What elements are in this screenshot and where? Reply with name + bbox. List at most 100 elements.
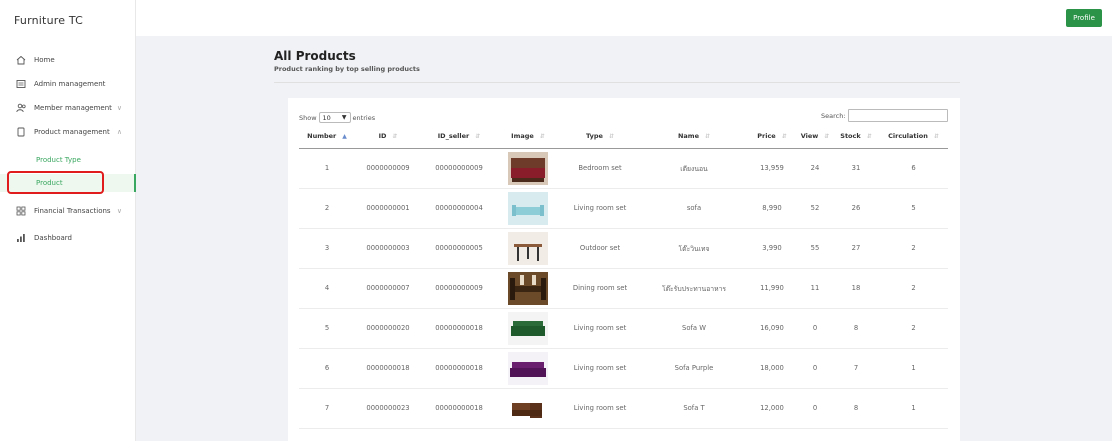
chevron-down-icon: ▼ (341, 114, 347, 121)
cell-stock: 8 (833, 388, 879, 429)
cell-name: โต๊ะวินเทจ (641, 228, 747, 269)
cell-id-seller: 00000000004 (421, 188, 497, 229)
cell-name: sofa (641, 188, 747, 229)
cell-view: 55 (797, 228, 833, 269)
cell-type: Dining room set (559, 268, 641, 309)
product-thumbnail (508, 351, 548, 385)
page-title: All Products (274, 49, 356, 63)
cell-id: 0000000009 (355, 148, 421, 189)
table-row[interactable]: 6 0000000018 00000000018 Living room set Sof… (299, 348, 948, 389)
sidebar-item-product[interactable]: Product management ∧ (0, 122, 136, 142)
cell-price: 18,000 (747, 348, 797, 389)
col-header-image[interactable]: Image ⇵ (497, 125, 559, 149)
cell-id: 0000000020 (355, 308, 421, 349)
sort-icon: ⇵ (866, 133, 872, 141)
sort-icon: ⇵ (704, 133, 711, 141)
cell-stock: 27 (833, 228, 879, 269)
col-header-id[interactable]: ID ⇵ (355, 125, 421, 149)
table-row[interactable]: 5 0000000020 00000000018 Living room set Sof… (299, 308, 948, 349)
products-card: Show 10 ▼ entries Search: Number ▲ ID ⇵ ID… (288, 98, 960, 441)
table-row[interactable]: 7 0000000023 00000000018 Living room set Sof… (299, 388, 948, 429)
cell-stock: 18 (833, 268, 879, 309)
search-control: Search: (821, 109, 948, 122)
cell-number: 6 (299, 348, 355, 389)
col-header-id-seller[interactable]: ID_seller ⇵ (421, 125, 497, 149)
col-header-price[interactable]: Price ⇵ (747, 125, 797, 149)
cell-price: 12,000 (747, 388, 797, 429)
col-header-circulation[interactable]: Circulation ⇵ (879, 125, 948, 149)
sidebar-item-label: Member management (34, 104, 112, 112)
sidebar-item-member[interactable]: Member management ∨ (0, 98, 136, 118)
header-label: Number (307, 132, 337, 141)
header-label: Name (677, 132, 699, 141)
cell-image (497, 308, 559, 349)
cell-image (497, 188, 559, 229)
cell-price: 13,959 (747, 148, 797, 189)
table-row[interactable]: 3 0000000003 00000000005 Outdoor set โต๊ะวิน… (299, 228, 948, 269)
sidebar-item-admin[interactable]: Admin management (0, 74, 136, 94)
cell-price: 11,990 (747, 268, 797, 309)
profile-button[interactable]: Profile (1066, 9, 1102, 27)
cell-type: Bedroom set (559, 148, 641, 189)
chevron-down-icon: ∨ (116, 207, 122, 215)
show-label: Show (299, 113, 317, 122)
col-header-view[interactable]: View ⇵ (797, 125, 833, 149)
sidebar-item-dashboard[interactable]: Dashboard (0, 228, 136, 248)
cell-circulation: 1 (879, 388, 948, 429)
cell-circulation: 6 (879, 148, 948, 189)
cell-image (497, 228, 559, 269)
entries-select[interactable]: 10 ▼ (318, 112, 351, 123)
cell-circulation: 2 (879, 308, 948, 349)
header-label: Image (511, 132, 534, 141)
product-thumbnail (508, 311, 548, 345)
cell-circulation: 2 (879, 228, 948, 269)
grid-icon (14, 204, 28, 218)
sidebar-subitem-product-type[interactable]: Product Type (0, 151, 136, 169)
product-thumbnail (508, 151, 548, 185)
cell-number: 7 (299, 388, 355, 429)
entries-value: 10 (322, 113, 331, 122)
cell-image (497, 388, 559, 429)
cell-id: 0000000007 (355, 268, 421, 309)
sidebar-item-home[interactable]: Home (0, 50, 136, 70)
cell-name: โต๊ะรับประทานอาหาร (641, 268, 747, 309)
cell-stock: 26 (833, 188, 879, 229)
cell-view: 0 (797, 388, 833, 429)
brand-title: Furniture TC (14, 14, 84, 27)
header-label: Stock (840, 132, 861, 141)
cell-number: 5 (299, 308, 355, 349)
cell-number: 3 (299, 228, 355, 269)
cell-type: Living room set (559, 388, 641, 429)
users-icon (14, 101, 28, 115)
cell-id: 0000000018 (355, 348, 421, 389)
cell-id-seller: 00000000018 (421, 388, 497, 429)
cell-number: 4 (299, 268, 355, 309)
table-row[interactable]: 1 0000000009 00000000009 Bedroom set เตียงนอ… (299, 148, 948, 189)
products-table: Number ▲ ID ⇵ ID_seller ⇵ Image ⇵ Type ⇵ Name… (299, 125, 948, 429)
table-row[interactable]: 4 0000000007 00000000009 Dining room set โต๊… (299, 268, 948, 309)
cell-id: 0000000023 (355, 388, 421, 429)
search-input[interactable] (847, 109, 948, 122)
cell-id-seller: 00000000018 (421, 348, 497, 389)
entries-label: entries (352, 113, 376, 122)
chevron-up-icon: ∧ (116, 128, 122, 136)
cell-circulation: 5 (879, 188, 948, 229)
sidebar-item-financial[interactable]: Financial Transactions ∨ (0, 201, 136, 221)
divider (274, 82, 960, 83)
cell-image (497, 148, 559, 189)
col-header-type[interactable]: Type ⇵ (559, 125, 641, 149)
cell-number: 2 (299, 188, 355, 229)
table-row[interactable]: 2 0000000001 00000000004 Living room set sof… (299, 188, 948, 229)
chevron-down-icon: ∨ (116, 104, 122, 112)
cell-id: 0000000001 (355, 188, 421, 229)
col-header-stock[interactable]: Stock ⇵ (833, 125, 879, 149)
cell-view: 52 (797, 188, 833, 229)
col-header-number[interactable]: Number ▲ (299, 125, 355, 149)
cell-stock: 7 (833, 348, 879, 389)
col-header-name[interactable]: Name ⇵ (641, 125, 747, 149)
sort-icon: ⇵ (781, 133, 787, 141)
cell-image (497, 348, 559, 389)
header-label: Type (586, 132, 603, 141)
sidebar-item-label: Home (34, 56, 55, 64)
cell-id-seller: 00000000005 (421, 228, 497, 269)
